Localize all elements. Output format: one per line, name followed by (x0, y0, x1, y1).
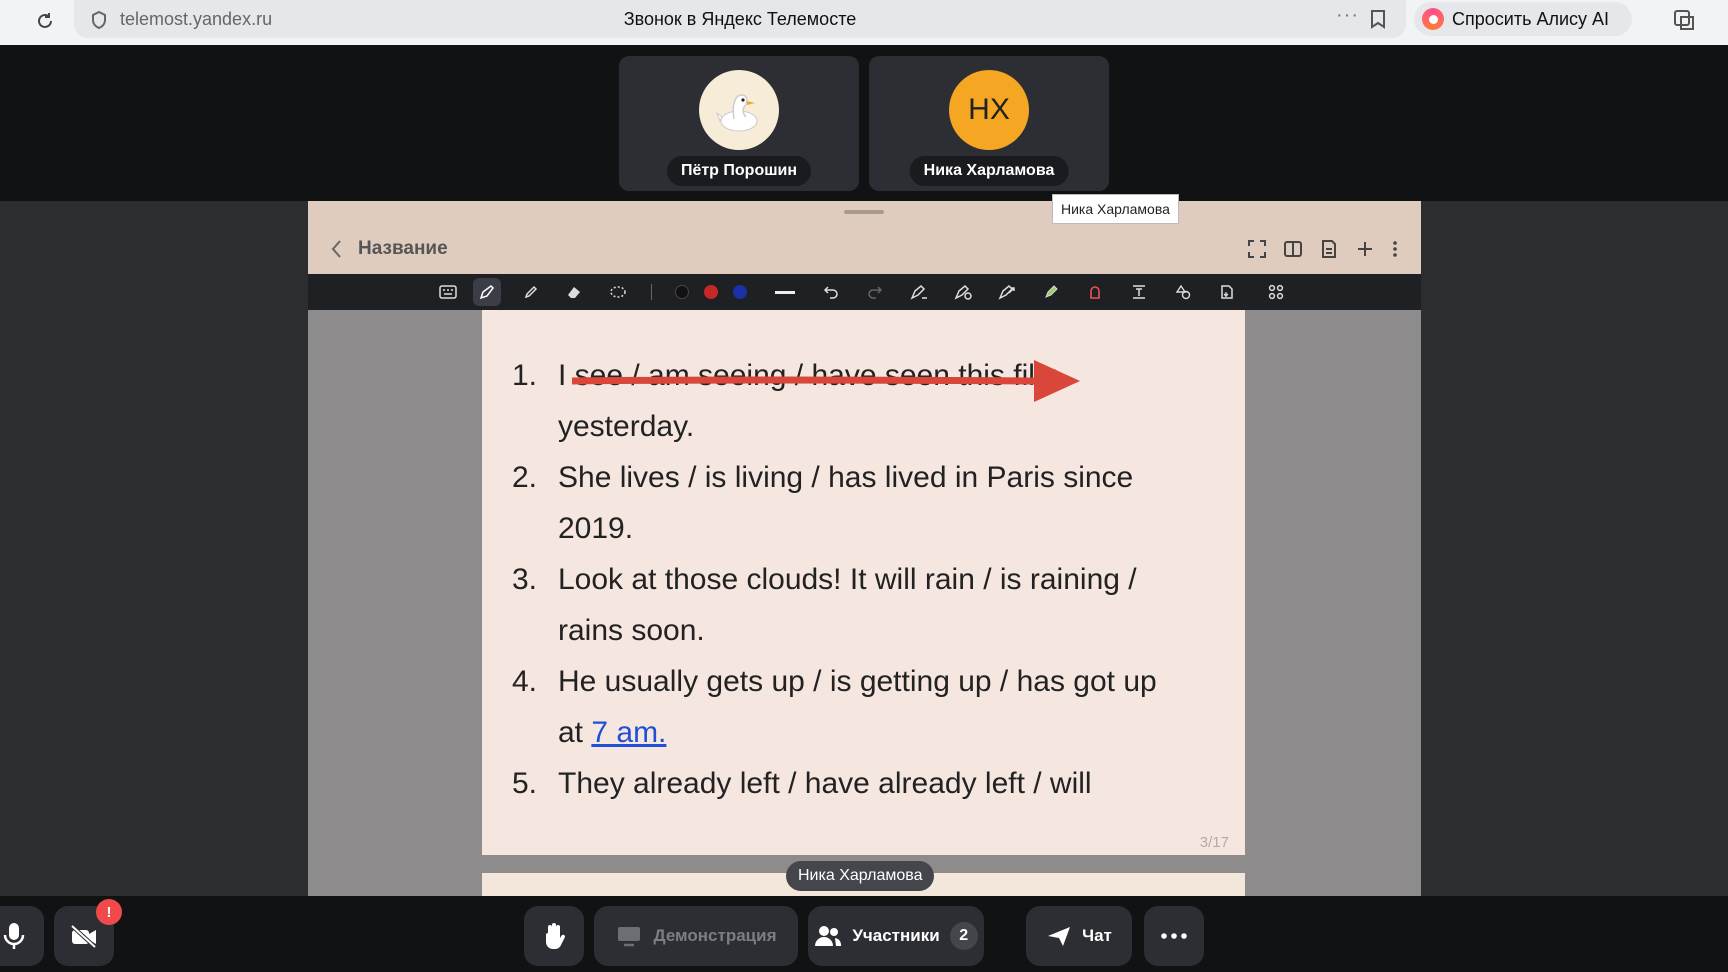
microphone-icon (3, 923, 25, 949)
color-black-swatch[interactable] (668, 278, 696, 306)
screen-icon (617, 927, 640, 947)
hand-icon (546, 923, 566, 950)
people-icon (815, 926, 842, 946)
toolbar-divider (651, 284, 652, 300)
whiteboard[interactable]: Название 1. I see / am seeing / have see… (308, 201, 1421, 896)
page-title: Звонок в Яндекс Телемосте (623, 9, 857, 29)
duck-icon (715, 94, 758, 132)
camera-off-icon (70, 924, 97, 949)
color-red-swatch[interactable] (697, 278, 725, 306)
microphone-button[interactable] (0, 906, 44, 966)
participant-tile-nika[interactable]: НХ Ника Харламова (869, 56, 1109, 191)
avatar: НХ (949, 70, 1029, 150)
lasso-icon[interactable] (604, 278, 632, 306)
shape-fill-icon[interactable] (949, 278, 977, 306)
active-speaker-label: Ника Харламова (786, 861, 935, 891)
chat-button[interactable]: Чат (1026, 906, 1132, 966)
marker-icon[interactable] (517, 278, 545, 306)
color-blue-swatch[interactable] (726, 278, 754, 306)
participants-count-badge: 2 (949, 922, 978, 950)
drag-handle[interactable] (844, 210, 884, 214)
more-options-button[interactable] (1144, 906, 1204, 966)
participant-tooltip: Ника Харламова (1052, 194, 1179, 224)
reload-icon[interactable] (32, 8, 58, 34)
stroke-width-icon[interactable] (771, 278, 799, 306)
laser-pointer-icon[interactable] (1081, 278, 1109, 306)
shapes-icon[interactable] (1169, 278, 1197, 306)
back-chevron-icon[interactable] (330, 239, 342, 264)
slide-page[interactable]: 1. I see / am seeing / have seen this fil… (482, 310, 1245, 855)
red-arrow-annotation[interactable] (572, 358, 1092, 406)
screen-share-button[interactable]: Демонстрация (594, 906, 798, 966)
page-number: 3/17 (1199, 834, 1229, 851)
list-item: 2. She lives / is living / has lived in P… (512, 461, 1134, 545)
bookmark-icon[interactable] (1370, 9, 1386, 34)
drawing-toolbar (308, 274, 1421, 310)
list-item: 3. Look at those clouds! It will rain / i… (512, 563, 1137, 647)
apps-grid-icon[interactable] (1262, 278, 1290, 306)
list-item: 4. He usually gets up / is getting up / h… (512, 665, 1157, 749)
more-icon[interactable]: ··· (1336, 4, 1359, 27)
address-bar[interactable]: telemost.yandex.ru Звонок в Яндекс Телем… (74, 0, 1406, 38)
more-vertical-icon[interactable] (1391, 239, 1399, 264)
insert-file-icon[interactable] (1213, 278, 1241, 306)
camera-alert-badge: ! (96, 899, 122, 925)
browser-toolbar: telemost.yandex.ru Звонок в Яндекс Телем… (0, 0, 1728, 45)
highlighter-icon[interactable] (1037, 278, 1065, 306)
more-horizontal-icon (1161, 933, 1187, 939)
redo-icon[interactable] (861, 278, 889, 306)
pen-icon[interactable] (473, 278, 501, 306)
shape-pen-icon[interactable] (905, 278, 933, 306)
save-document-icon[interactable] (1319, 239, 1339, 264)
participant-name: Ника Харламова (909, 156, 1069, 186)
participant-name: Пётр Порошин (666, 156, 812, 186)
time-link[interactable]: 7 am. (591, 716, 666, 749)
undo-icon[interactable] (817, 278, 845, 306)
add-icon[interactable] (1355, 239, 1375, 264)
text-tool-icon[interactable] (1125, 278, 1153, 306)
avatar (699, 70, 779, 150)
exercise-list: 1. I see / am seeing / have seen this fil… (512, 350, 1212, 809)
split-view-icon[interactable] (1283, 239, 1303, 264)
participant-tile-petr[interactable]: Пётр Порошин (619, 56, 859, 191)
whiteboard-header: Название (308, 201, 1421, 274)
keyboard-icon[interactable] (434, 278, 462, 306)
ask-alice-label: Спросить Алису AI (1452, 8, 1610, 29)
list-item: 5. They already left / have already left … (512, 767, 1092, 800)
board-title[interactable]: Название (358, 238, 448, 260)
ask-alice-button[interactable]: Спросить Алису AI (1414, 2, 1632, 36)
eraser-icon[interactable] (560, 278, 588, 306)
send-icon (1048, 927, 1071, 946)
arrow-tool-icon[interactable] (993, 278, 1021, 306)
extensions-icon[interactable] (1672, 8, 1696, 37)
fullscreen-icon[interactable] (1247, 239, 1267, 264)
participants-button[interactable]: Участники 2 (808, 906, 984, 966)
raise-hand-button[interactable] (524, 906, 584, 966)
alice-icon (1422, 8, 1444, 30)
participants-strip (0, 45, 1728, 201)
